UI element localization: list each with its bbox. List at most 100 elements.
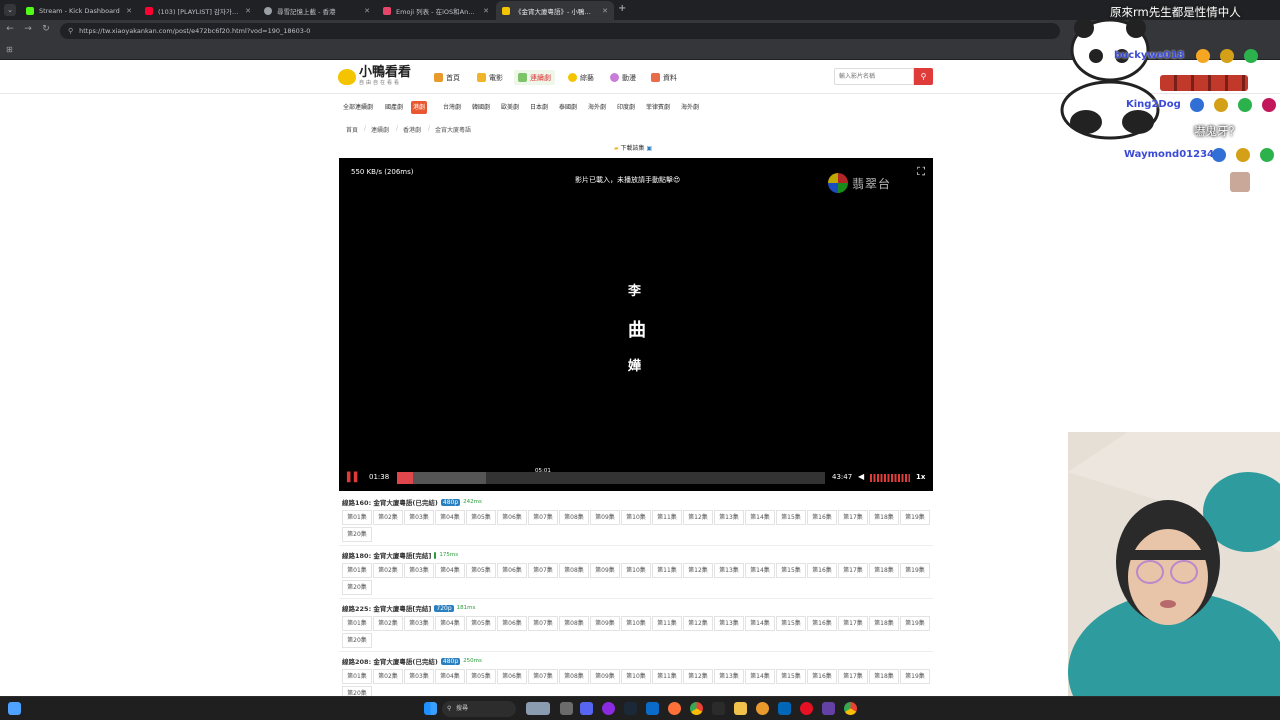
episode-button[interactable]: 第03集 bbox=[404, 669, 434, 684]
episode-button[interactable]: 第18集 bbox=[869, 563, 899, 578]
episode-button[interactable]: 第02集 bbox=[373, 669, 403, 684]
episode-button[interactable]: 第04集 bbox=[435, 563, 465, 578]
episode-button[interactable]: 第02集 bbox=[373, 616, 403, 631]
episode-button[interactable]: 第13集 bbox=[714, 510, 744, 525]
category-taiwan[interactable]: 台灣劇 bbox=[441, 101, 463, 114]
episode-button[interactable]: 第12集 bbox=[683, 510, 713, 525]
firefox-icon[interactable] bbox=[668, 702, 681, 715]
discord-icon[interactable] bbox=[580, 702, 593, 715]
episode-button[interactable]: 第11集 bbox=[652, 669, 682, 684]
episode-button[interactable]: 第08集 bbox=[559, 669, 589, 684]
task-view-icon[interactable] bbox=[560, 702, 573, 715]
tab-upload[interactable]: 尋雪記憶上載 - 香港 ✕ bbox=[258, 1, 376, 20]
episode-button[interactable]: 第12集 bbox=[683, 669, 713, 684]
forward-icon[interactable]: → bbox=[22, 24, 34, 34]
episode-button[interactable]: 第04集 bbox=[435, 616, 465, 631]
file-explorer-icon[interactable] bbox=[734, 702, 747, 715]
episode-button[interactable]: 第18集 bbox=[869, 510, 899, 525]
episode-button[interactable]: 第17集 bbox=[838, 669, 868, 684]
episode-button[interactable]: 第10集 bbox=[621, 669, 651, 684]
episode-button[interactable]: 第16集 bbox=[807, 616, 837, 631]
episode-button[interactable]: 第06集 bbox=[497, 563, 527, 578]
tab-search-icon[interactable]: ⌄ bbox=[4, 4, 16, 16]
episode-button[interactable]: 第10集 bbox=[621, 510, 651, 525]
playback-rate[interactable]: 1x bbox=[916, 473, 925, 481]
volume-icon[interactable]: ◀ bbox=[858, 472, 864, 481]
chrome-active-icon[interactable] bbox=[844, 702, 857, 715]
episode-button[interactable]: 第06集 bbox=[497, 510, 527, 525]
category-other[interactable]: 海外劇 bbox=[679, 101, 701, 114]
download-link[interactable]: ▰ 下載該集 ▣ bbox=[614, 143, 652, 152]
new-tab-icon[interactable]: + bbox=[618, 4, 626, 14]
episode-button[interactable]: 第01集 bbox=[342, 563, 372, 578]
tab-kick-dashboard[interactable]: Stream - Kick Dashboard ✕ bbox=[20, 1, 138, 20]
nav-home[interactable]: 首頁 bbox=[430, 70, 464, 85]
photos-icon[interactable] bbox=[646, 702, 659, 715]
breadcrumb-home[interactable]: 首頁 bbox=[346, 125, 358, 134]
back-icon[interactable]: ← bbox=[4, 24, 16, 34]
episode-button[interactable]: 第14集 bbox=[745, 669, 775, 684]
close-icon[interactable]: ✕ bbox=[245, 7, 251, 15]
nav-variety[interactable]: 綜藝 bbox=[564, 70, 598, 85]
episode-button[interactable]: 第03集 bbox=[404, 616, 434, 631]
wallpaper-icon[interactable] bbox=[526, 702, 550, 715]
episode-button[interactable]: 第20集 bbox=[342, 527, 372, 542]
episode-button[interactable]: 第09集 bbox=[590, 669, 620, 684]
episode-button[interactable]: 第07集 bbox=[528, 616, 558, 631]
episode-button[interactable]: 第15集 bbox=[776, 563, 806, 578]
seek-bar[interactable]: 05:01 bbox=[397, 468, 825, 484]
episode-button[interactable]: 第09集 bbox=[590, 510, 620, 525]
episode-button[interactable]: 第15集 bbox=[776, 669, 806, 684]
episode-button[interactable]: 第08集 bbox=[559, 616, 589, 631]
episode-button[interactable]: 第04集 bbox=[435, 669, 465, 684]
episode-button[interactable]: 第13集 bbox=[714, 563, 744, 578]
search-button[interactable]: ⚲ bbox=[914, 68, 933, 85]
episode-button[interactable]: 第11集 bbox=[652, 616, 682, 631]
store-icon[interactable] bbox=[778, 702, 791, 715]
tab-xiaoyakankan[interactable]: 《金宵大廈粵語》- 小鴨看看 ✕ bbox=[496, 1, 614, 20]
nav-series[interactable]: 連續劇 bbox=[514, 70, 555, 85]
episode-button[interactable]: 第19集 bbox=[900, 669, 930, 684]
category-hk[interactable]: 港劇 bbox=[411, 101, 428, 114]
fullscreen-icon[interactable]: ⛶ bbox=[917, 165, 925, 179]
volume-slider[interactable] bbox=[870, 474, 910, 482]
episode-button[interactable]: 第03集 bbox=[404, 563, 434, 578]
search-input[interactable] bbox=[834, 68, 914, 85]
close-icon[interactable]: ✕ bbox=[364, 7, 370, 15]
episode-button[interactable]: 第09集 bbox=[590, 563, 620, 578]
breadcrumb-hk[interactable]: 香港劇 bbox=[403, 125, 421, 134]
episode-button[interactable]: 第02集 bbox=[373, 563, 403, 578]
category-india[interactable]: 印度劇 bbox=[615, 101, 637, 114]
episode-button[interactable]: 第17集 bbox=[838, 563, 868, 578]
episode-button[interactable]: 第10集 bbox=[621, 616, 651, 631]
category-western[interactable]: 歐美劇 bbox=[499, 101, 521, 114]
episode-button[interactable]: 第11集 bbox=[652, 510, 682, 525]
episode-button[interactable]: 第13集 bbox=[714, 669, 744, 684]
episode-button[interactable]: 第15集 bbox=[776, 510, 806, 525]
close-icon[interactable]: ✕ bbox=[483, 7, 489, 15]
episode-button[interactable]: 第12集 bbox=[683, 616, 713, 631]
steam-icon[interactable] bbox=[624, 702, 637, 715]
episode-button[interactable]: 第14集 bbox=[745, 510, 775, 525]
episode-button[interactable]: 第14集 bbox=[745, 616, 775, 631]
close-icon[interactable]: ✕ bbox=[126, 7, 132, 15]
obs-icon[interactable] bbox=[602, 702, 615, 715]
nav-anime[interactable]: 動漫 bbox=[606, 70, 640, 85]
app-icon[interactable] bbox=[712, 702, 725, 715]
episode-button[interactable]: 第02集 bbox=[373, 510, 403, 525]
site-info-icon[interactable]: ⚲ bbox=[68, 27, 73, 35]
widgets-icon[interactable] bbox=[8, 702, 21, 715]
episode-button[interactable]: 第17集 bbox=[838, 616, 868, 631]
episode-button[interactable]: 第06集 bbox=[497, 669, 527, 684]
coin-app-icon[interactable] bbox=[756, 702, 769, 715]
episode-button[interactable]: 第20集 bbox=[342, 580, 372, 595]
episode-button[interactable]: 第18集 bbox=[869, 669, 899, 684]
url-field[interactable]: ⚲ https://tw.xiaoyakankan.com/post/e472b… bbox=[60, 23, 1060, 39]
episode-button[interactable]: 第04集 bbox=[435, 510, 465, 525]
episode-button[interactable]: 第14集 bbox=[745, 563, 775, 578]
episode-button[interactable]: 第03集 bbox=[404, 510, 434, 525]
episode-button[interactable]: 第18集 bbox=[869, 616, 899, 631]
episode-button[interactable]: 第06集 bbox=[497, 616, 527, 631]
episode-button[interactable]: 第19集 bbox=[900, 510, 930, 525]
category-all[interactable]: 全部連續劇 bbox=[341, 101, 375, 114]
